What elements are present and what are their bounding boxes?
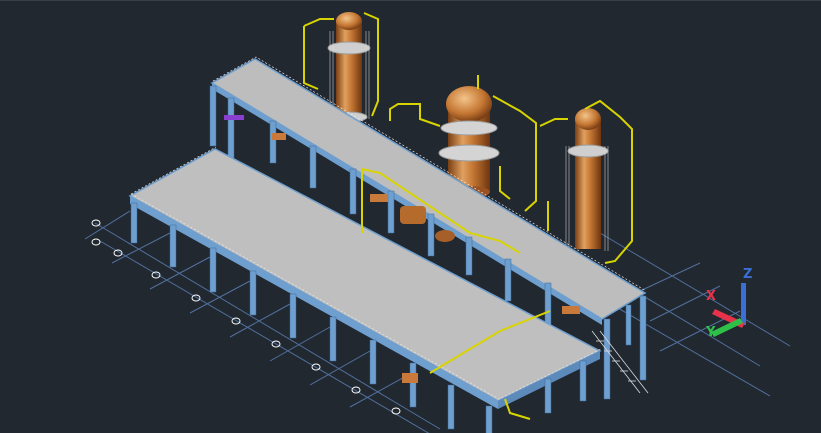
stair-tower	[591, 330, 649, 394]
ucs-z-label: Z	[743, 267, 752, 282]
distillation-column-right[interactable]	[565, 108, 609, 251]
ucs-z-axis	[741, 283, 746, 325]
model-space-scene[interactable]: Z X Y	[0, 1, 821, 433]
ucs-x-label: X	[706, 289, 716, 304]
drawing-viewport[interactable]: Z X Y	[0, 0, 821, 433]
ucs-icon: Z X Y	[705, 267, 752, 340]
ucs-y-label: Y	[705, 325, 716, 340]
distillation-column-left[interactable]	[327, 12, 371, 123]
